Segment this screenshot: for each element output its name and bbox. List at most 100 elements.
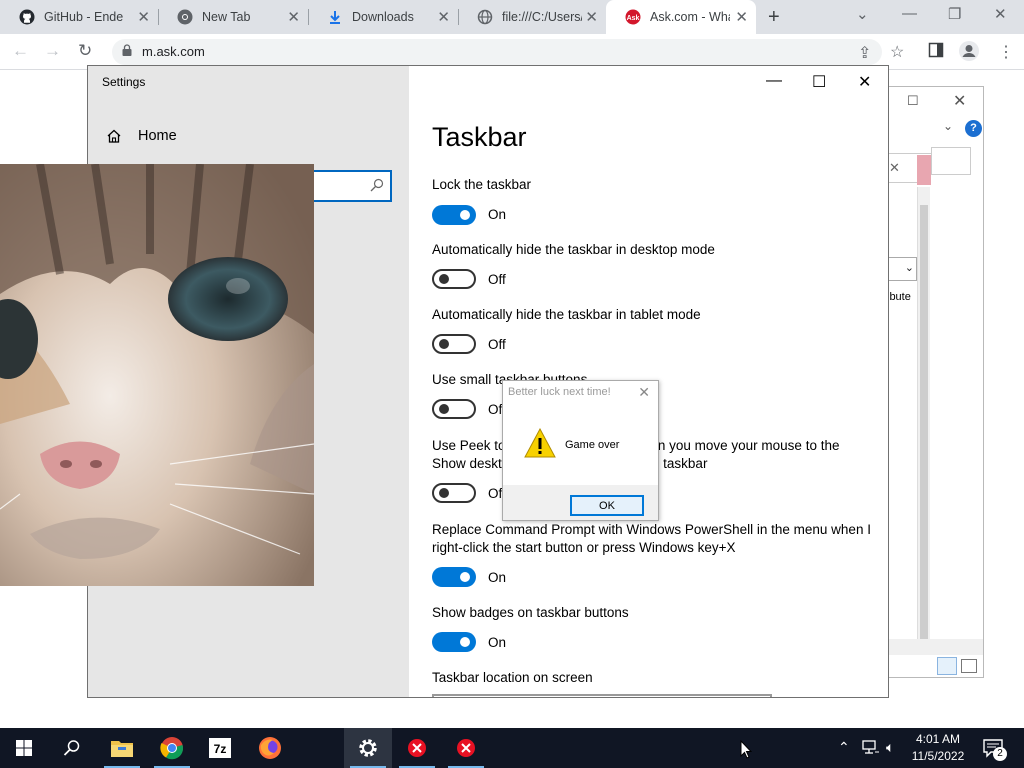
home-label: Home [138, 128, 177, 144]
address-bar[interactable]: m.ask.com ⇪ [112, 39, 882, 65]
tab-label: file:///C:/Users/ [502, 10, 582, 24]
volume-icon[interactable]: 🔈︎ [886, 739, 894, 756]
url-text: m.ask.com [142, 44, 205, 59]
side-panel-icon[interactable] [928, 42, 944, 63]
tab-new-tab[interactable]: New Tab ✕ [158, 0, 308, 34]
toggle-powershell[interactable] [432, 567, 476, 587]
windows-logo-icon [16, 740, 32, 756]
tab-downloads[interactable]: Downloads ✕ [308, 0, 458, 34]
address-field[interactable] [931, 147, 971, 175]
taskbar-7zip[interactable]: 7z [196, 728, 244, 768]
gear-icon [359, 739, 377, 757]
dropdown-field[interactable]: ⌄ [887, 257, 917, 281]
start-button[interactable] [0, 728, 48, 768]
close-icon[interactable]: ✕ [585, 8, 598, 26]
profile-icon[interactable] [958, 40, 980, 67]
background-window: ☐ ✕ ⌄ ? ✕ ⌄ ibute [886, 86, 984, 678]
tab-ask[interactable]: Ask Ask.com - What ✕ [606, 0, 756, 34]
maximize-icon[interactable]: ☐ [907, 93, 919, 109]
toggle-badges[interactable] [432, 632, 476, 652]
game-over-dialog: Better luck next time! ✕ Game over OK [502, 380, 659, 521]
close-icon[interactable]: ✕ [638, 384, 650, 401]
taskbar-error-app-1[interactable] [393, 728, 441, 768]
help-icon[interactable]: ? [965, 120, 982, 137]
column-header-text: ibute [887, 291, 911, 303]
github-icon [18, 8, 36, 26]
taskbar-error-app-2[interactable] [442, 728, 490, 768]
large-icons-view-icon[interactable] [961, 659, 977, 673]
minimize-icon[interactable]: — [902, 5, 917, 22]
taskbar-firefox[interactable] [246, 728, 294, 768]
back-icon[interactable]: ← [12, 41, 29, 61]
share-icon[interactable]: ⇪ [858, 43, 871, 63]
toggle-state: Off [488, 337, 506, 352]
system-clock[interactable]: 4:01 AM 11/5/2022 [906, 731, 970, 765]
tab-label: GitHub - Endem [44, 10, 124, 24]
clock-time: 4:01 AM [915, 732, 961, 746]
dialog-title: Better luck next time! [508, 386, 611, 398]
minimize-icon[interactable]: — [766, 72, 782, 90]
close-icon[interactable]: ✕ [437, 8, 450, 26]
toggle-state: On [488, 570, 507, 585]
svg-text:7z: 7z [214, 742, 227, 756]
close-icon[interactable]: ✕ [287, 8, 300, 26]
chrome-icon [160, 737, 184, 760]
dialog-body: Game over [503, 406, 658, 485]
forward-icon[interactable]: → [44, 41, 61, 61]
lock-icon [122, 44, 132, 56]
toggle-autohide-desktop[interactable] [432, 269, 476, 289]
tab-search-icon[interactable]: ⌄ [856, 5, 869, 23]
notification-badge: 2 [993, 747, 1007, 761]
horizontal-scrollbar[interactable] [887, 639, 983, 655]
setting-label-autohide-tablet: Automatically hide the taskbar in tablet… [432, 307, 701, 322]
taskbar-location-dropdown[interactable] [432, 694, 772, 697]
reload-icon[interactable]: ↻ [78, 41, 92, 61]
home-icon [107, 129, 121, 143]
action-center-button[interactable]: 2 [982, 737, 1007, 762]
ask-icon: Ask [624, 8, 642, 26]
7zip-icon: 7z [209, 738, 231, 758]
details-view-icon[interactable] [937, 657, 957, 675]
tab-label: New Tab [202, 10, 251, 24]
scrollbar[interactable] [917, 187, 930, 647]
chevron-down-icon[interactable]: ⌄ [943, 119, 953, 133]
menu-icon[interactable]: ⋮ [998, 42, 1014, 62]
tab-file[interactable]: file:///C:/Users/ ✕ [458, 0, 606, 34]
close-icon[interactable]: ✕ [735, 8, 748, 26]
close-window-icon[interactable]: ✕ [994, 5, 1007, 23]
close-icon[interactable]: ✕ [889, 160, 900, 176]
show-hidden-icons-icon[interactable]: ⌃ [838, 739, 850, 756]
window-title: Settings [102, 75, 146, 89]
page-title: Taskbar [432, 122, 527, 152]
setting-label-autohide-desktop: Automatically hide the taskbar in deskto… [432, 242, 715, 257]
error-icon [457, 739, 475, 757]
error-icon [408, 739, 426, 757]
clock-date: 11/5/2022 [911, 749, 965, 763]
toggle-peek[interactable] [432, 483, 476, 503]
toggle-lock-taskbar[interactable] [432, 205, 476, 225]
home-nav-item[interactable]: Home [106, 128, 177, 144]
close-icon[interactable]: ✕ [137, 8, 150, 26]
restore-icon[interactable]: ❐ [948, 5, 961, 23]
setting-label-badges: Show badges on taskbar buttons [432, 605, 629, 620]
close-icon[interactable]: ✕ [858, 72, 871, 92]
toggle-small-buttons[interactable] [432, 399, 476, 419]
tab-github[interactable]: GitHub - Endem ✕ [0, 0, 158, 34]
new-tab-button[interactable]: + [768, 6, 780, 29]
scrollbar-thumb[interactable] [920, 205, 928, 645]
bookmark-star-icon[interactable]: ☆ [890, 42, 904, 62]
dialog-message: Game over [565, 439, 620, 451]
maximize-icon[interactable]: ☐ [812, 72, 826, 92]
taskbar-search-button[interactable] [48, 728, 96, 768]
close-icon[interactable]: ✕ [953, 91, 966, 111]
taskbar-settings[interactable] [344, 728, 392, 768]
taskbar-chrome[interactable] [148, 728, 196, 768]
mouse-pointer-icon [740, 740, 752, 759]
toggle-state: On [488, 207, 507, 222]
network-icon[interactable] [862, 739, 880, 758]
toggle-state: Off [488, 272, 506, 287]
taskbar-file-explorer[interactable] [98, 728, 146, 768]
toggle-autohide-tablet[interactable] [432, 334, 476, 354]
ok-button[interactable]: OK [570, 495, 644, 516]
setting-label-powershell: Replace Command Prompt with Windows Powe… [432, 522, 871, 555]
